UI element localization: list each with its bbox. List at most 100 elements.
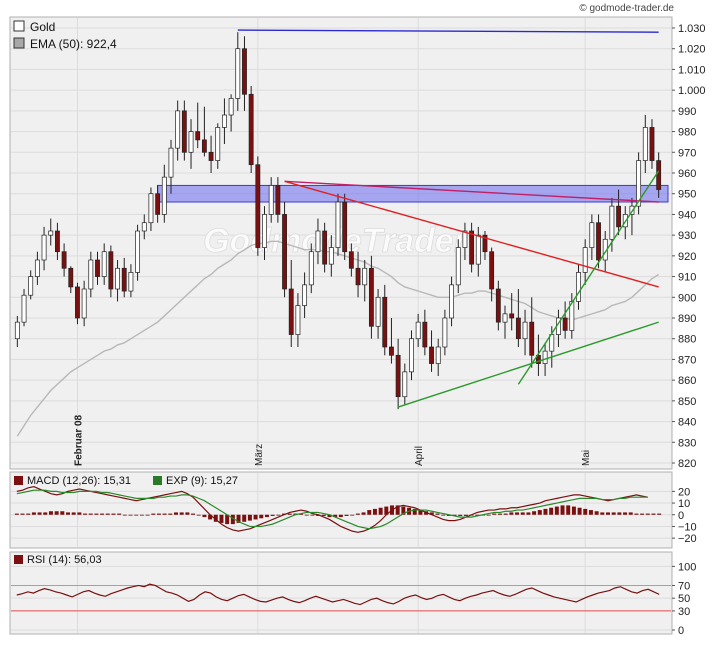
candle-body <box>302 284 308 306</box>
month-label: Mai <box>581 450 592 466</box>
candle-body <box>68 267 74 288</box>
price-tick-label: 910 <box>678 272 696 284</box>
candle-body <box>495 288 501 323</box>
macd-legend-label: MACD (12,26): 15,31 <box>27 475 131 487</box>
candle-body <box>315 230 321 253</box>
price-tick-label: 820 <box>678 458 696 470</box>
rsi-tick-label: 70 <box>678 580 690 592</box>
macd-tick-label: 0 <box>678 510 684 522</box>
candle-body <box>609 205 615 240</box>
macd-histogram-bar <box>20 513 25 515</box>
candle-body <box>262 214 267 248</box>
candle-body <box>509 313 515 319</box>
macd-histogram-bar <box>185 512 190 515</box>
candle-body <box>215 127 221 161</box>
macd-histogram-bar <box>242 514 247 522</box>
macd-histogram-bar <box>651 513 656 515</box>
candle-body <box>335 201 341 248</box>
price-tick-label: 840 <box>678 417 696 429</box>
macd-histogram-bar <box>623 512 628 515</box>
rsi-tick-label: 30 <box>678 606 690 618</box>
macd-histogram-bar <box>139 514 144 516</box>
exp-legend-swatch <box>153 476 162 485</box>
candle-body <box>128 272 134 292</box>
macd-histogram-bar <box>26 513 31 515</box>
candle-body <box>208 151 214 161</box>
month-label: März <box>254 444 265 466</box>
candle-body <box>596 222 601 261</box>
candle-body <box>475 234 481 265</box>
candle-body <box>34 259 40 277</box>
candle-body <box>375 296 381 327</box>
candle-body <box>148 193 154 224</box>
price-tick-label: 890 <box>678 313 696 325</box>
candle-body <box>322 230 328 265</box>
price-tick-label: 1.000 <box>678 85 706 97</box>
price-tick-label: 830 <box>678 437 696 449</box>
candle-body <box>75 286 80 319</box>
macd-histogram-bar <box>583 508 588 515</box>
exp-legend-label: EXP (9): 15,27 <box>166 475 238 487</box>
macd-histogram-bar <box>566 505 571 515</box>
candle-body <box>616 205 621 228</box>
macd-histogram-bar <box>532 511 537 515</box>
price-tick-label: 940 <box>678 209 696 221</box>
candle-body <box>582 247 588 273</box>
candle-body <box>489 251 495 290</box>
rsi-tick-label: 100 <box>678 561 696 573</box>
macd-histogram-bar <box>105 513 110 515</box>
candle-body <box>522 321 528 340</box>
macd-histogram-bar <box>202 514 207 518</box>
macd-histogram-bar <box>174 512 178 515</box>
candle-body <box>101 251 107 277</box>
price-tick-label: 860 <box>678 375 696 387</box>
candle-body <box>642 127 648 161</box>
macd-histogram-bar <box>645 513 650 515</box>
macd-histogram-bar <box>83 513 88 515</box>
macd-histogram-bar <box>156 513 161 515</box>
macd-histogram-bar <box>219 514 224 523</box>
candle-body <box>115 267 120 290</box>
chart-canvas: 820 830 840 850 860 870 880 890 900 910 920 930 940 9… <box>9 3 706 637</box>
macd-histogram-bar <box>77 512 82 515</box>
price-tick-label: 1.020 <box>678 44 706 56</box>
gold-legend-label: Gold <box>30 20 55 34</box>
macd-histogram-bar <box>100 513 105 515</box>
macd-histogram-bar <box>54 511 59 515</box>
candle-body <box>41 234 47 261</box>
macd-histogram-bar <box>515 512 520 515</box>
candle-body <box>228 98 234 116</box>
candle-body <box>81 288 87 319</box>
candle-body <box>395 354 401 398</box>
candle-body <box>389 346 394 356</box>
macd-histogram-bar <box>304 514 309 516</box>
candle-body <box>355 267 361 286</box>
macd-histogram-bar <box>48 511 53 515</box>
candle-body <box>435 346 441 364</box>
macd-histogram-bar <box>617 512 622 515</box>
candle-body <box>55 230 60 253</box>
candle-body <box>429 346 434 364</box>
candle-body <box>135 230 141 273</box>
macd-histogram-bar <box>509 512 514 515</box>
candle-body <box>348 251 354 269</box>
candle-body <box>282 214 287 290</box>
macd-histogram-bar <box>259 514 264 519</box>
macd-histogram-bar <box>128 514 133 516</box>
macd-histogram-bar <box>378 507 383 515</box>
macd-legend-swatch <box>14 476 23 485</box>
rsi-tick-label: 50 <box>678 593 690 605</box>
candle-body <box>542 350 548 364</box>
price-tick-label: 950 <box>678 189 696 201</box>
price-tick-label: 970 <box>678 147 696 159</box>
candle-body <box>235 48 241 99</box>
candle-body <box>88 259 94 290</box>
macd-histogram-bar <box>526 512 531 515</box>
macd-histogram-bar <box>14 513 19 515</box>
macd-histogram-bar <box>168 513 173 515</box>
candle-body <box>422 321 428 348</box>
candle-body <box>275 185 281 215</box>
price-tick-label: 880 <box>678 334 696 346</box>
candle-body <box>382 296 388 348</box>
macd-histogram-bar <box>503 513 508 515</box>
